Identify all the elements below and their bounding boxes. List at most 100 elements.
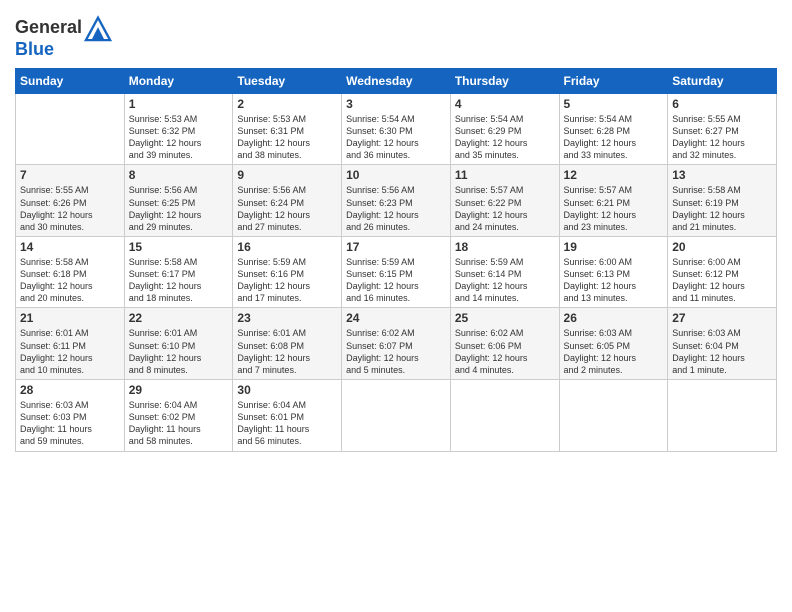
calendar-cell: 17 Sunrise: 5:59 AM Sunset: 6:15 PM Dayli… <box>342 236 451 308</box>
day-number: 19 <box>564 240 664 254</box>
day-number: 28 <box>20 383 120 397</box>
calendar-cell: 24 Sunrise: 6:02 AM Sunset: 6:07 PM Dayli… <box>342 308 451 380</box>
weekday-header-wednesday: Wednesday <box>342 68 451 93</box>
day-number: 24 <box>346 311 446 325</box>
day-info: Sunrise: 5:54 AM Sunset: 6:30 PM Dayligh… <box>346 113 446 162</box>
calendar-cell <box>342 380 451 452</box>
day-number: 22 <box>129 311 229 325</box>
day-info: Sunrise: 6:04 AM Sunset: 6:01 PM Dayligh… <box>237 399 337 448</box>
day-number: 18 <box>455 240 555 254</box>
day-number: 14 <box>20 240 120 254</box>
day-info: Sunrise: 6:02 AM Sunset: 6:06 PM Dayligh… <box>455 327 555 376</box>
calendar-cell <box>450 380 559 452</box>
calendar-cell: 14 Sunrise: 5:58 AM Sunset: 6:18 PM Dayli… <box>16 236 125 308</box>
calendar-cell: 11 Sunrise: 5:57 AM Sunset: 6:22 PM Dayli… <box>450 165 559 237</box>
calendar-cell: 23 Sunrise: 6:01 AM Sunset: 6:08 PM Dayli… <box>233 308 342 380</box>
calendar-cell: 10 Sunrise: 5:56 AM Sunset: 6:23 PM Dayli… <box>342 165 451 237</box>
day-number: 13 <box>672 168 772 182</box>
calendar-cell <box>16 93 125 165</box>
day-number: 20 <box>672 240 772 254</box>
day-number: 25 <box>455 311 555 325</box>
day-number: 29 <box>129 383 229 397</box>
weekday-header-tuesday: Tuesday <box>233 68 342 93</box>
week-row-0: 1Sunrise: 5:53 AM Sunset: 6:32 PM Daylig… <box>16 93 777 165</box>
day-info: Sunrise: 5:59 AM Sunset: 6:16 PM Dayligh… <box>237 256 337 305</box>
day-number: 26 <box>564 311 664 325</box>
weekday-header-thursday: Thursday <box>450 68 559 93</box>
day-info: Sunrise: 5:57 AM Sunset: 6:22 PM Dayligh… <box>455 184 555 233</box>
page: General Blue SundayMondayTuesdayWednesda… <box>0 0 792 612</box>
calendar-cell: 28 Sunrise: 6:03 AM Sunset: 6:03 PM Dayli… <box>16 380 125 452</box>
day-number: 6 <box>672 97 772 111</box>
calendar-cell: 6 Sunrise: 5:55 AM Sunset: 6:27 PM Daylig… <box>668 93 777 165</box>
day-info: Sunrise: 5:53 AM Sunset: 6:31 PM Dayligh… <box>237 113 337 162</box>
day-info: Sunrise: 5:55 AM Sunset: 6:26 PM Dayligh… <box>20 184 120 233</box>
day-number: 2 <box>237 97 337 111</box>
day-info: Sunrise: 6:03 AM Sunset: 6:05 PM Dayligh… <box>564 327 664 376</box>
calendar-cell: 21Sunrise: 6:01 AM Sunset: 6:11 PM Dayli… <box>16 308 125 380</box>
calendar-cell: 5 Sunrise: 5:54 AM Sunset: 6:28 PM Daylig… <box>559 93 668 165</box>
day-info: Sunrise: 5:56 AM Sunset: 6:24 PM Dayligh… <box>237 184 337 233</box>
calendar-cell: 22 Sunrise: 6:01 AM Sunset: 6:10 PM Dayli… <box>124 308 233 380</box>
day-number: 11 <box>455 168 555 182</box>
logo-icon <box>84 14 112 42</box>
day-number: 10 <box>346 168 446 182</box>
weekday-header-friday: Friday <box>559 68 668 93</box>
week-row-2: 14 Sunrise: 5:58 AM Sunset: 6:18 PM Dayli… <box>16 236 777 308</box>
calendar-cell: 25 Sunrise: 6:02 AM Sunset: 6:06 PM Dayli… <box>450 308 559 380</box>
calendar-cell: 8Sunrise: 5:56 AM Sunset: 6:25 PM Daylig… <box>124 165 233 237</box>
calendar-cell: 30Sunrise: 6:04 AM Sunset: 6:01 PM Dayli… <box>233 380 342 452</box>
calendar-cell: 13 Sunrise: 5:58 AM Sunset: 6:19 PM Dayli… <box>668 165 777 237</box>
day-info: Sunrise: 6:02 AM Sunset: 6:07 PM Dayligh… <box>346 327 446 376</box>
day-info: Sunrise: 6:01 AM Sunset: 6:11 PM Dayligh… <box>20 327 120 376</box>
day-info: Sunrise: 6:01 AM Sunset: 6:08 PM Dayligh… <box>237 327 337 376</box>
calendar-cell: 16Sunrise: 5:59 AM Sunset: 6:16 PM Dayli… <box>233 236 342 308</box>
day-info: Sunrise: 5:59 AM Sunset: 6:14 PM Dayligh… <box>455 256 555 305</box>
day-info: Sunrise: 5:58 AM Sunset: 6:19 PM Dayligh… <box>672 184 772 233</box>
calendar-cell: 9 Sunrise: 5:56 AM Sunset: 6:24 PM Daylig… <box>233 165 342 237</box>
logo: General Blue <box>15 14 112 60</box>
calendar-cell: 7 Sunrise: 5:55 AM Sunset: 6:26 PM Daylig… <box>16 165 125 237</box>
calendar-cell <box>559 380 668 452</box>
day-info: Sunrise: 5:55 AM Sunset: 6:27 PM Dayligh… <box>672 113 772 162</box>
day-number: 5 <box>564 97 664 111</box>
calendar-cell: 3 Sunrise: 5:54 AM Sunset: 6:30 PM Daylig… <box>342 93 451 165</box>
day-number: 23 <box>237 311 337 325</box>
day-info: Sunrise: 5:53 AM Sunset: 6:32 PM Dayligh… <box>129 113 229 162</box>
day-number: 15 <box>129 240 229 254</box>
calendar-cell: 18 Sunrise: 5:59 AM Sunset: 6:14 PM Dayli… <box>450 236 559 308</box>
day-info: Sunrise: 5:54 AM Sunset: 6:28 PM Dayligh… <box>564 113 664 162</box>
week-row-3: 21Sunrise: 6:01 AM Sunset: 6:11 PM Dayli… <box>16 308 777 380</box>
calendar-cell: 20Sunrise: 6:00 AM Sunset: 6:12 PM Dayli… <box>668 236 777 308</box>
calendar-cell: 27 Sunrise: 6:03 AM Sunset: 6:04 PM Dayli… <box>668 308 777 380</box>
weekday-header-saturday: Saturday <box>668 68 777 93</box>
day-number: 27 <box>672 311 772 325</box>
day-info: Sunrise: 5:58 AM Sunset: 6:18 PM Dayligh… <box>20 256 120 305</box>
day-info: Sunrise: 5:56 AM Sunset: 6:23 PM Dayligh… <box>346 184 446 233</box>
day-info: Sunrise: 5:54 AM Sunset: 6:29 PM Dayligh… <box>455 113 555 162</box>
calendar-cell: 26 Sunrise: 6:03 AM Sunset: 6:05 PM Dayli… <box>559 308 668 380</box>
day-info: Sunrise: 6:00 AM Sunset: 6:13 PM Dayligh… <box>564 256 664 305</box>
calendar-cell: 12Sunrise: 5:57 AM Sunset: 6:21 PM Dayli… <box>559 165 668 237</box>
weekday-header-row: SundayMondayTuesdayWednesdayThursdayFrid… <box>16 68 777 93</box>
day-number: 8 <box>129 168 229 182</box>
day-info: Sunrise: 5:58 AM Sunset: 6:17 PM Dayligh… <box>129 256 229 305</box>
day-number: 9 <box>237 168 337 182</box>
calendar-cell: 19 Sunrise: 6:00 AM Sunset: 6:13 PM Dayli… <box>559 236 668 308</box>
week-row-4: 28 Sunrise: 6:03 AM Sunset: 6:03 PM Dayli… <box>16 380 777 452</box>
week-row-1: 7 Sunrise: 5:55 AM Sunset: 6:26 PM Daylig… <box>16 165 777 237</box>
day-number: 3 <box>346 97 446 111</box>
logo-text-general: General <box>15 18 82 38</box>
header: General Blue <box>15 10 777 60</box>
day-info: Sunrise: 6:03 AM Sunset: 6:04 PM Dayligh… <box>672 327 772 376</box>
day-info: Sunrise: 6:01 AM Sunset: 6:10 PM Dayligh… <box>129 327 229 376</box>
day-number: 7 <box>20 168 120 182</box>
day-info: Sunrise: 6:03 AM Sunset: 6:03 PM Dayligh… <box>20 399 120 448</box>
day-info: Sunrise: 5:59 AM Sunset: 6:15 PM Dayligh… <box>346 256 446 305</box>
logo-text-blue: Blue <box>15 40 54 60</box>
day-number: 17 <box>346 240 446 254</box>
calendar-cell: 1Sunrise: 5:53 AM Sunset: 6:32 PM Daylig… <box>124 93 233 165</box>
calendar-cell: 15 Sunrise: 5:58 AM Sunset: 6:17 PM Dayli… <box>124 236 233 308</box>
calendar-cell: 4 Sunrise: 5:54 AM Sunset: 6:29 PM Daylig… <box>450 93 559 165</box>
day-number: 4 <box>455 97 555 111</box>
